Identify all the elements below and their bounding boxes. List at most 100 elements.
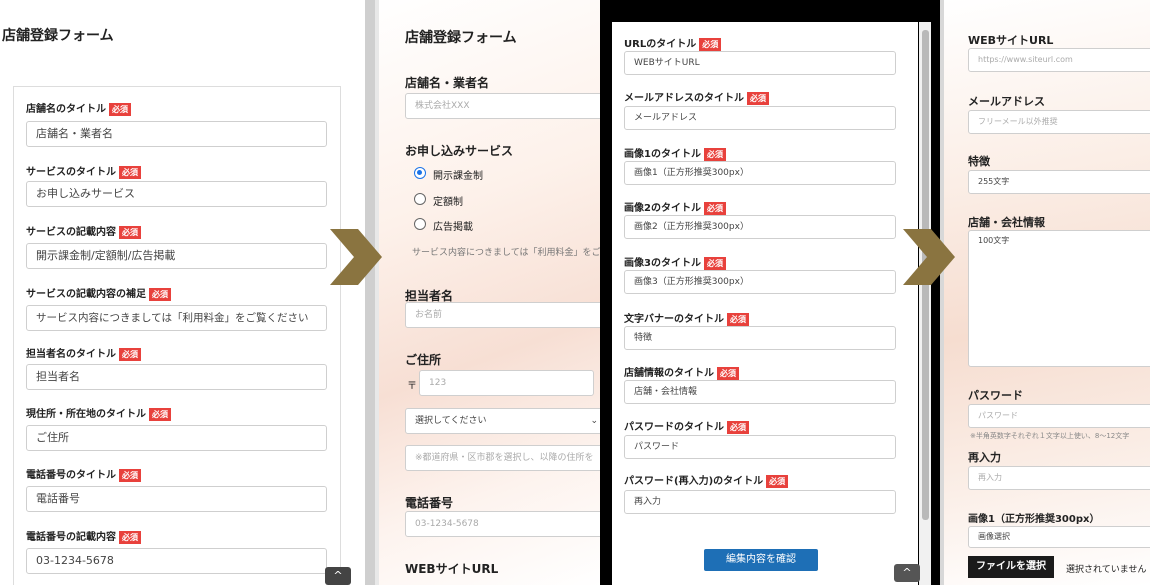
panel-form-preview-top: 店舗登録フォーム 店舗名・業者名 株式会社XXX お申し込みサービス 開示課金制… bbox=[365, 0, 605, 585]
field-label: 画像3のタイトル 必須 bbox=[624, 254, 726, 270]
arrow-right-icon bbox=[330, 229, 382, 285]
repassword-input[interactable]: 再入力 bbox=[968, 466, 1150, 490]
service-note-input[interactable]: サービス内容につきましては「利用料金」をご覧ください bbox=[26, 305, 327, 331]
option-label: 開示課金制 bbox=[433, 171, 483, 182]
address-label: ご住所 bbox=[405, 353, 442, 367]
address-input[interactable]: ※都道府県・区市郡を選択し、以降の住所を bbox=[405, 445, 605, 471]
person-input[interactable]: お名前 bbox=[405, 302, 605, 328]
required-badge: 必須 bbox=[703, 147, 726, 161]
required-badge: 必須 bbox=[766, 474, 789, 488]
panel-form-settings: 店舗登録フォーム 店舗名のタイトル 必須 店舗名・業者名 サービスのタイトル 必須 … bbox=[0, 0, 365, 585]
feature-input[interactable]: 255文字 bbox=[968, 170, 1150, 194]
panel-edge bbox=[940, 0, 944, 585]
image-select-input[interactable]: 画像選択 bbox=[968, 526, 1150, 548]
repassword-label: 再入力 bbox=[968, 451, 1001, 464]
radio-button[interactable] bbox=[414, 167, 426, 179]
image1-title-input[interactable]: 画像1（正方形推奨300px） bbox=[624, 161, 896, 185]
field-label: 店舗名のタイトル 必須 bbox=[26, 100, 131, 116]
store-info-title-input[interactable]: 店舗・会社情報 bbox=[624, 380, 896, 404]
confirm-edit-button[interactable]: 編集内容を確認 bbox=[704, 549, 818, 571]
required-badge: 必須 bbox=[119, 225, 141, 239]
field-label: 現住所・所在地のタイトル 必須 bbox=[26, 405, 171, 421]
phone-content-input[interactable]: 03-1234-5678 bbox=[26, 548, 327, 574]
field-label: 画像2のタイトル 必須 bbox=[624, 199, 726, 215]
service-title-input[interactable]: お申し込みサービス bbox=[26, 181, 327, 207]
field-label: 文字バナーのタイトル 必須 bbox=[624, 310, 749, 326]
panel-form-preview-bottom: WEBサイトURL https://www.siteurl.com メールアドレ… bbox=[940, 0, 1150, 585]
phone-input[interactable]: 03-1234-5678 bbox=[405, 511, 605, 537]
image-label: 画像1（正方形推奨300px） bbox=[968, 514, 1100, 525]
field-label: URLのタイトル 必須 bbox=[624, 35, 722, 51]
field-label: 担当者名のタイトル 必須 bbox=[26, 345, 141, 361]
field-label: サービスの記載内容の補足 必須 bbox=[26, 285, 171, 301]
field-label: 画像1のタイトル 必須 bbox=[624, 145, 726, 161]
service-note: サービス内容につきましては「利用料金」をご bbox=[412, 248, 601, 258]
required-badge: 必須 bbox=[119, 347, 141, 361]
scroll-top-icon[interactable]: ^ bbox=[894, 564, 920, 582]
required-badge: 必須 bbox=[149, 287, 171, 301]
panel-edge bbox=[365, 0, 375, 585]
password-note: ※半角英数字それぞれ１文字以上使い、8〜12文字 bbox=[970, 432, 1130, 440]
phone-label: 電話番号 bbox=[405, 496, 454, 510]
store-info-label: 店舗・会社情報 bbox=[968, 216, 1045, 229]
postal-input[interactable]: 123 bbox=[419, 370, 594, 396]
image2-title-input[interactable]: 画像2（正方形推奨300px） bbox=[624, 215, 896, 239]
required-badge: 必須 bbox=[699, 37, 722, 51]
scroll-top-icon[interactable]: ^ bbox=[325, 567, 351, 585]
web-label: WEBサイトURL bbox=[968, 34, 1054, 47]
field-label: 電話番号の記載内容 必須 bbox=[26, 528, 141, 544]
required-badge: 必須 bbox=[717, 366, 739, 380]
mail-input[interactable]: フリーメール以外推奨 bbox=[968, 110, 1150, 134]
chevron-down-icon: ⌄ bbox=[590, 416, 598, 426]
arrow-right-icon bbox=[903, 229, 955, 285]
image3-title-input[interactable]: 画像3（正方形推奨300px） bbox=[624, 270, 896, 294]
service-label: お申し込みサービス bbox=[405, 144, 514, 158]
page-title: 店舗登録フォーム bbox=[405, 30, 517, 46]
field-label: サービスのタイトル 必須 bbox=[26, 163, 141, 179]
url-title-input[interactable]: WEBサイトURL bbox=[624, 51, 896, 75]
password-label: パスワード bbox=[968, 389, 1023, 402]
store-info-textarea[interactable]: 100文字 bbox=[968, 230, 1150, 367]
file-status: 選択されていません bbox=[1066, 565, 1147, 575]
radio-button[interactable] bbox=[414, 193, 426, 205]
field-label: メールアドレスのタイトル 必須 bbox=[624, 89, 769, 105]
radio-button[interactable] bbox=[414, 218, 426, 230]
mail-label: メールアドレス bbox=[968, 95, 1045, 108]
service-content-input[interactable]: 開示課金制/定額制/広告掲載 bbox=[26, 243, 327, 269]
store-name-input[interactable]: 株式会社XXX bbox=[405, 93, 605, 119]
required-badge: 必須 bbox=[149, 407, 171, 421]
password-input[interactable]: パスワード bbox=[968, 404, 1150, 428]
panel-edge bbox=[375, 0, 379, 585]
field-label: 店舗情報のタイトル 必須 bbox=[624, 364, 739, 380]
postal-mark: 〒 bbox=[407, 381, 417, 392]
mail-title-input[interactable]: メールアドレス bbox=[624, 106, 896, 130]
required-badge: 必須 bbox=[727, 312, 749, 326]
required-badge: 必須 bbox=[109, 102, 131, 116]
field-label: サービスの記載内容 必須 bbox=[26, 223, 141, 239]
required-badge: 必須 bbox=[703, 256, 726, 270]
required-badge: 必須 bbox=[747, 91, 769, 105]
password-confirm-title-input[interactable]: 再入力 bbox=[624, 490, 896, 514]
website-input[interactable]: https://www.siteurl.com bbox=[968, 48, 1150, 72]
password-title-input[interactable]: パスワード bbox=[624, 435, 896, 459]
store-label: 店舗名・業者名 bbox=[405, 76, 490, 90]
option-label: 広告掲載 bbox=[433, 222, 473, 233]
required-badge: 必須 bbox=[119, 468, 141, 482]
prefecture-select[interactable]: 選択してください ⌄ bbox=[405, 408, 605, 434]
person-title-input[interactable]: 担当者名 bbox=[26, 364, 327, 390]
panel-form-settings-bottom: URLのタイトル 必須 WEBサイトURL メールアドレスのタイトル 必須 メールア… bbox=[600, 0, 940, 585]
required-badge: 必須 bbox=[703, 201, 726, 215]
banner-title-input[interactable]: 特徴 bbox=[624, 326, 896, 350]
required-badge: 必須 bbox=[119, 530, 141, 544]
required-badge: 必須 bbox=[119, 165, 141, 179]
field-label: パスワード(再入力)のタイトル 必須 bbox=[624, 472, 789, 488]
address-title-input[interactable]: ご住所 bbox=[26, 425, 327, 451]
required-badge: 必須 bbox=[727, 420, 749, 434]
option-label: 定額制 bbox=[433, 197, 463, 208]
store-title-input[interactable]: 店舗名・業者名 bbox=[26, 121, 327, 147]
phone-title-input[interactable]: 電話番号 bbox=[26, 486, 327, 512]
file-select-button[interactable]: ファイルを選択 bbox=[968, 556, 1054, 578]
page-title: 店舗登録フォーム bbox=[2, 28, 114, 44]
web-label: WEBサイトURL bbox=[405, 562, 499, 576]
field-label: パスワードのタイトル 必須 bbox=[624, 418, 749, 434]
